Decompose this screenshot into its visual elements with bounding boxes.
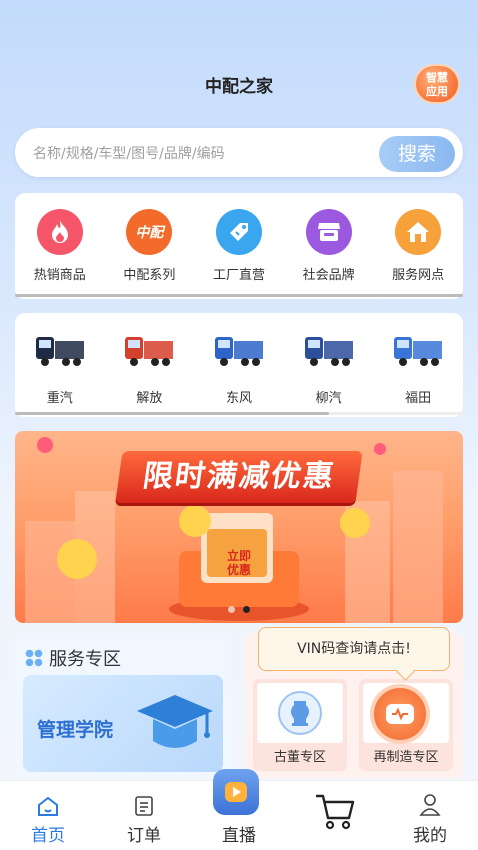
banner-cta[interactable]: 立即 优惠 xyxy=(221,549,257,577)
truck-brand-item[interactable]: 解放 xyxy=(105,331,195,406)
truck-icon xyxy=(304,337,353,366)
truck-brand-label: 东风 xyxy=(225,391,252,406)
remanufacture-zone-label: 再制造专区 xyxy=(373,750,439,765)
truck-brand-label: 柳汽 xyxy=(315,391,342,406)
antique-zone-card[interactable]: 古董专区 xyxy=(253,679,347,771)
live-icon xyxy=(213,769,259,815)
tab-live-icon-slot xyxy=(191,769,287,817)
fire-icon xyxy=(36,209,83,255)
user-icon xyxy=(382,781,478,817)
truck-icon xyxy=(35,337,84,366)
smart-app-button[interactable]: 智慧 应用 xyxy=(414,64,460,104)
category-card: 热销商品 中配 中配系列 工厂直营 社会品牌 服务网点 xyxy=(15,193,463,299)
category-label: 服务网点 xyxy=(392,268,445,283)
vin-query-robot-button[interactable] xyxy=(370,684,430,744)
truck-brand-item[interactable]: 柳汽 xyxy=(284,331,374,406)
antique-vase-icon xyxy=(278,691,322,735)
truck-brand-item[interactable]: 重汽 xyxy=(15,331,105,406)
smart-app-label-2: 应用 xyxy=(426,85,448,98)
tab-label: 首页 xyxy=(31,826,65,846)
shop-icon xyxy=(305,209,352,255)
category-service-outlets[interactable]: 服务网点 xyxy=(373,209,463,283)
category-hot-products[interactable]: 热销商品 xyxy=(15,209,105,283)
tab-cart[interactable] xyxy=(287,781,383,839)
antique-zone-label: 古董专区 xyxy=(273,750,326,765)
service-zone-header: 服务专区 xyxy=(25,645,121,671)
truck-icon xyxy=(394,337,443,366)
category-label: 热销商品 xyxy=(33,268,86,283)
category-scrollbar xyxy=(15,294,463,297)
home-icon xyxy=(0,781,96,817)
tab-live[interactable]: 直播 xyxy=(191,769,287,846)
smart-app-label-1: 智慧 xyxy=(426,71,448,84)
truck-scrollbar xyxy=(15,412,463,415)
truck-brand-label: 解放 xyxy=(136,391,163,406)
banner-cta-line-2: 优惠 xyxy=(226,563,251,577)
page-title: 中配之家 xyxy=(205,77,273,97)
house-icon xyxy=(395,209,442,255)
banner-title: 限时满减优惠 xyxy=(115,451,363,503)
grid-icon xyxy=(25,649,43,667)
tab-home[interactable]: 首页 xyxy=(0,781,96,846)
category-scrollbar-thumb xyxy=(15,294,463,297)
app-header: 中配之家 智慧 应用 xyxy=(0,0,478,120)
promo-banner[interactable]: 限时满减优惠 立即 优惠 xyxy=(15,431,463,623)
search-button[interactable]: 搜索 xyxy=(379,136,455,172)
order-icon xyxy=(96,781,192,817)
graduation-cap-icon xyxy=(137,695,213,748)
pagination-dot-active[interactable] xyxy=(243,606,250,613)
pagination-dot[interactable] xyxy=(228,606,235,613)
category-social-brands[interactable]: 社会品牌 xyxy=(284,209,374,283)
tab-orders[interactable]: 订单 xyxy=(96,781,192,846)
tab-label: 我的 xyxy=(413,826,447,846)
tag-icon xyxy=(215,209,262,255)
banner-cta-line-1: 立即 xyxy=(226,549,251,563)
truck-icon xyxy=(125,337,174,366)
truck-brand-label: 重汽 xyxy=(46,391,73,406)
truck-brand-item[interactable]: 福田 xyxy=(373,331,463,406)
vin-query-tooltip[interactable]: VIN码查询请点击! xyxy=(258,627,450,671)
search-input[interactable] xyxy=(33,142,373,166)
banner-pagination xyxy=(228,606,250,613)
service-zone: 服务专区 管理学院 xyxy=(15,633,231,778)
academy-label: 管理学院 xyxy=(37,719,114,741)
service-zone-title: 服务专区 xyxy=(49,649,121,670)
tab-label: 订单 xyxy=(127,826,161,846)
truck-brand-item[interactable]: 东风 xyxy=(194,331,284,406)
truck-brand-label: 福田 xyxy=(405,391,432,406)
zhongpei-logo-icon: 中配 xyxy=(126,209,173,255)
truck-icon xyxy=(214,337,263,366)
tab-label: 直播 xyxy=(222,826,256,846)
robot-icon xyxy=(386,704,414,724)
category-factory-direct[interactable]: 工厂直营 xyxy=(194,209,284,283)
truck-scrollbar-thumb xyxy=(15,412,329,415)
antique-zone-image xyxy=(257,683,343,743)
category-label: 工厂直营 xyxy=(212,268,265,283)
category-label: 社会品牌 xyxy=(302,268,355,283)
tab-mine[interactable]: 我的 xyxy=(382,781,478,846)
management-academy-card[interactable]: 管理学院 xyxy=(23,675,223,772)
category-zhongpei-series[interactable]: 中配 中配系列 xyxy=(105,209,195,283)
bottom-tab-bar: 首页 订单 直播 我的 xyxy=(0,769,478,850)
search-bar: 搜索 xyxy=(15,128,463,177)
cart-icon xyxy=(287,781,383,839)
truck-brand-card: 重汽 解放 东风 柳汽 福田 xyxy=(15,313,463,417)
category-label: 中配系列 xyxy=(123,268,176,283)
